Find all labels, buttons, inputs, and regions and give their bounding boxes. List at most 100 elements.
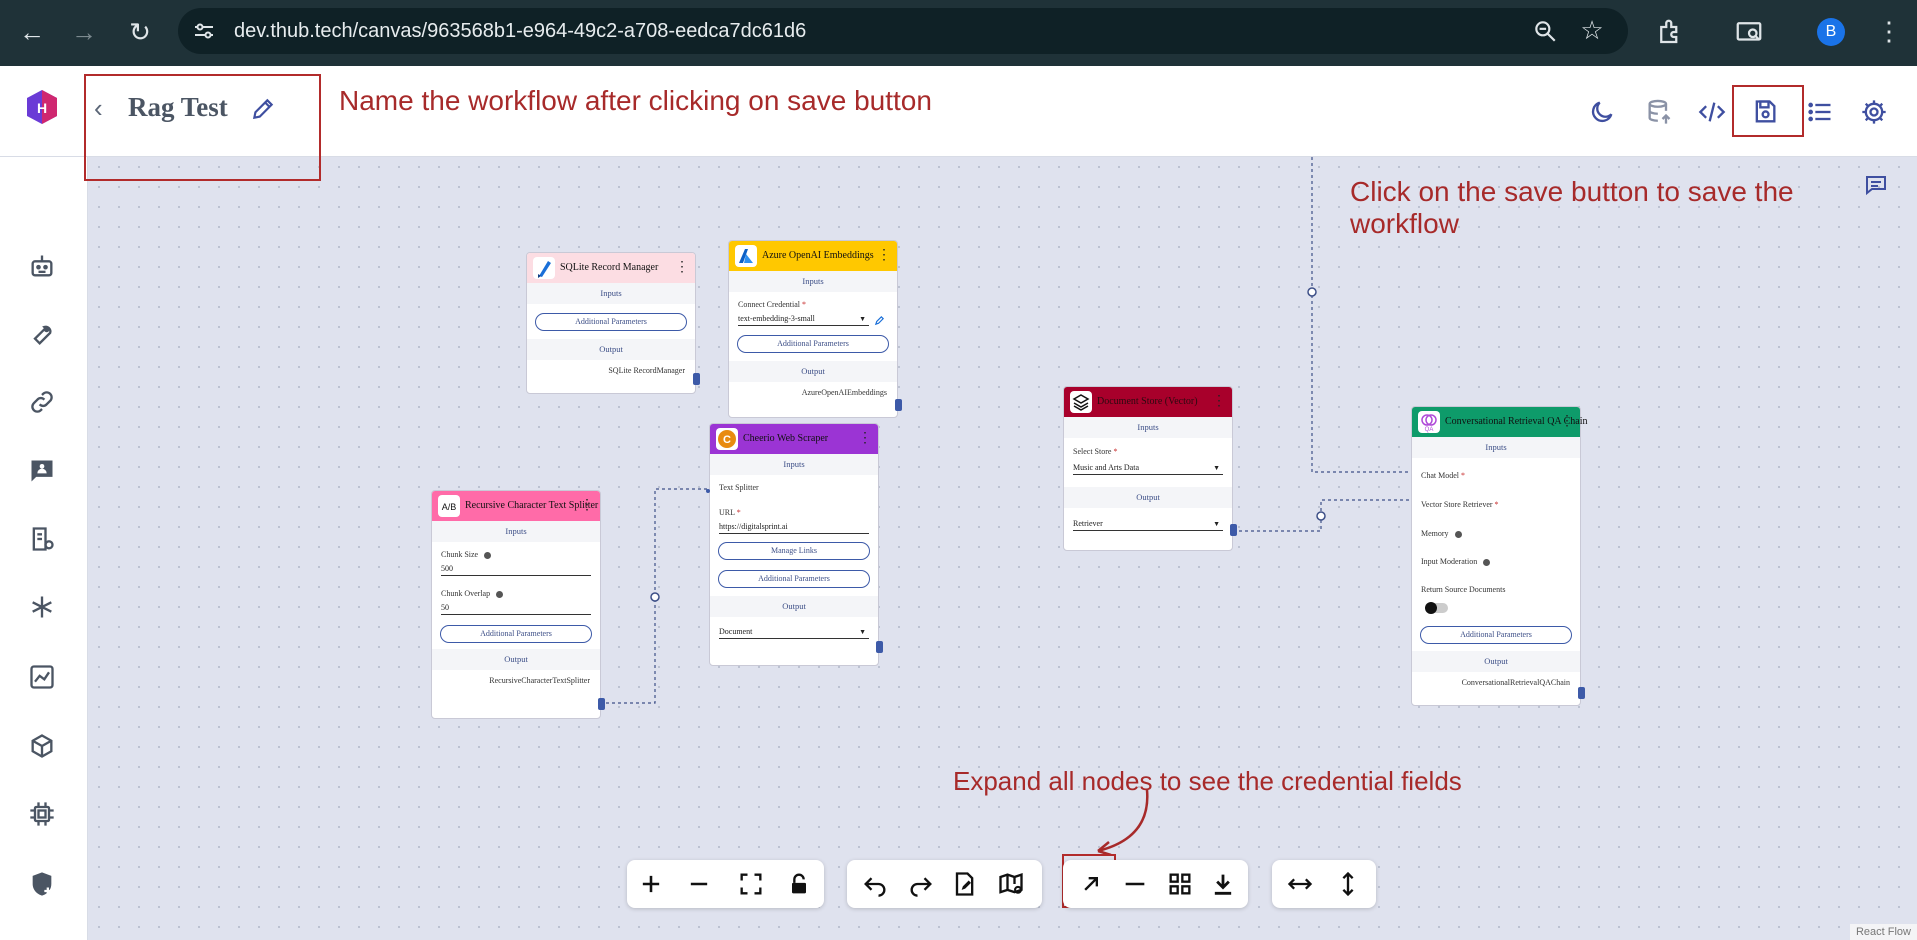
return-source-toggle[interactable] — [1425, 602, 1448, 614]
output-handle[interactable] — [1230, 524, 1237, 536]
collapse-nodes-icon[interactable] — [1121, 870, 1149, 898]
node-menu-icon[interactable]: ⋮ — [877, 241, 891, 271]
chunk-size-label: Chunk Size — [441, 550, 479, 559]
minimap-icon[interactable] — [997, 870, 1025, 898]
node-header[interactable]: C Cheerio Web Scraper ⋮ — [710, 424, 878, 454]
output-handle[interactable] — [895, 399, 902, 411]
chunk-size-input[interactable]: 500 — [441, 562, 591, 576]
param-label: Input Moderation — [1412, 557, 1580, 566]
edge-marker — [1307, 287, 1317, 297]
text-splitter-label: Text Splitter — [719, 483, 759, 492]
react-flow-attribution[interactable]: React Flow — [1849, 924, 1917, 940]
node-title: Azure OpenAI Embeddings — [762, 250, 874, 261]
output-section: Output — [527, 339, 695, 360]
redo-icon[interactable] — [907, 870, 935, 898]
node-header[interactable]: A/B Recursive Character Text Splitter ⋮ — [432, 491, 600, 521]
output-value: Document — [719, 627, 753, 636]
param-label: Select Store * — [1073, 447, 1118, 456]
node-header[interactable]: Document Store (Vector) ⋮ — [1064, 387, 1232, 417]
chunk-overlap-input[interactable]: 50 — [441, 601, 591, 615]
additional-parameters-button[interactable]: Additional Parameters — [440, 625, 592, 643]
node-document-store-vector[interactable]: Document Store (Vector) ⋮ Inputs Select … — [1063, 386, 1237, 551]
url-label: URL — [719, 508, 735, 517]
node-azure-openai-embeddings[interactable]: Azure OpenAI Embeddings ⋮ Inputs Connect… — [728, 240, 902, 418]
memory-label: Memory — [1421, 529, 1449, 538]
edit-note-icon[interactable] — [950, 870, 978, 898]
output-handle[interactable] — [876, 641, 883, 653]
output-label: SQLite RecordManager — [608, 366, 685, 375]
info-icon[interactable] — [496, 590, 504, 598]
node-menu-icon[interactable]: ⋮ — [1560, 407, 1574, 437]
inputs-section: Inputs — [527, 283, 695, 304]
vertical-layout-icon[interactable] — [1334, 870, 1362, 898]
manage-links-button[interactable]: Manage Links — [718, 542, 870, 560]
node-toolbar — [1063, 860, 1248, 908]
node-recursive-character-text-splitter[interactable]: A/B Recursive Character Text Splitter ⋮ … — [431, 490, 605, 719]
additional-parameters-button[interactable]: Additional Parameters — [1420, 626, 1572, 644]
info-icon[interactable] — [1454, 530, 1462, 538]
zoom-out-icon[interactable] — [685, 870, 713, 898]
node-header[interactable]: Azure OpenAI Embeddings ⋮ — [729, 241, 897, 271]
annotation-save-workflow: Click on the save button to save the wor… — [1350, 176, 1794, 239]
additional-parameters-button[interactable]: Additional Parameters — [535, 313, 687, 331]
output-select[interactable]: Document ▼ — [719, 625, 869, 639]
history-toolbar — [847, 860, 1042, 908]
cheerio-icon: C — [716, 428, 738, 450]
output-handle[interactable] — [1578, 687, 1585, 699]
credential-label: Connect Credential — [738, 300, 800, 309]
chat-model-label: Chat Model — [1421, 471, 1459, 480]
expand-nodes-icon[interactable] — [1077, 870, 1105, 898]
zoom-in-icon[interactable] — [637, 870, 665, 898]
node-title: Document Store (Vector) — [1097, 396, 1198, 407]
output-handle[interactable] — [693, 373, 700, 385]
credential-select[interactable]: text-embedding-3-small ▼ — [738, 312, 869, 326]
node-sqlite-record-manager[interactable]: SQLite Record Manager ⋮ Inputs Additiona… — [526, 252, 700, 394]
additional-parameters-button[interactable]: Additional Parameters — [737, 335, 889, 353]
output-label: RecursiveCharacterTextSplitter — [489, 676, 590, 685]
fit-view-icon[interactable] — [737, 870, 765, 898]
output-section: Output — [1064, 487, 1232, 508]
additional-parameters-button[interactable]: Additional Parameters — [718, 570, 870, 588]
output-label: AzureOpenAIEmbeddings — [801, 388, 887, 397]
undo-icon[interactable] — [861, 870, 889, 898]
sqlite-icon — [533, 257, 555, 279]
output-handle[interactable] — [598, 698, 605, 710]
svg-text:C: C — [723, 434, 731, 446]
lock-icon[interactable] — [785, 870, 813, 898]
info-icon[interactable] — [1483, 558, 1491, 566]
inputs-section: Inputs — [710, 454, 878, 475]
chunk-overlap-label: Chunk Overlap — [441, 589, 491, 598]
output-value: Retriever — [1073, 519, 1103, 528]
input-handle[interactable] — [706, 489, 710, 493]
edit-credential-icon[interactable] — [874, 315, 885, 326]
azure-icon — [735, 245, 757, 267]
download-icon[interactable] — [1209, 870, 1237, 898]
node-conversational-retrieval-qa-chain[interactable]: QA Conversational Retrieval QA Chain ⋮ I… — [1411, 406, 1587, 706]
title-highlight-box — [84, 74, 321, 181]
node-menu-icon[interactable]: ⋮ — [580, 491, 594, 521]
annotation-expand-nodes: Expand all nodes to see the credential f… — [953, 766, 1462, 796]
output-select[interactable]: Retriever ▼ — [1073, 517, 1223, 531]
svg-text:QA: QA — [1425, 427, 1434, 433]
annotation-name-workflow: Name the workflow after clicking on save… — [339, 85, 932, 116]
save-highlight-box — [1732, 85, 1804, 137]
node-menu-icon[interactable]: ⋮ — [675, 253, 689, 283]
grid-icon[interactable] — [1166, 870, 1194, 898]
horizontal-layout-icon[interactable] — [1286, 870, 1314, 898]
node-menu-icon[interactable]: ⋮ — [1212, 387, 1226, 417]
return-source-label: Return Source Documents — [1421, 585, 1506, 594]
credential-value: text-embedding-3-small — [738, 314, 815, 323]
node-header[interactable]: SQLite Record Manager ⋮ — [527, 253, 695, 283]
node-menu-icon[interactable]: ⋮ — [858, 424, 872, 454]
node-cheerio-web-scraper[interactable]: C Cheerio Web Scraper ⋮ Inputs Text Spli… — [706, 423, 883, 666]
output-section: Output — [432, 649, 600, 670]
url-input[interactable]: https://digitalsprint.ai — [719, 520, 869, 534]
param-label: Memory — [1412, 529, 1580, 538]
svg-text:A/B: A/B — [442, 502, 457, 512]
output-section: Output — [1412, 651, 1580, 672]
param-label: Chunk Size — [432, 550, 600, 559]
select-store-dropdown[interactable]: Music and Arts Data ▼ — [1073, 461, 1223, 475]
info-icon[interactable] — [484, 551, 492, 559]
node-header[interactable]: QA Conversational Retrieval QA Chain ⋮ — [1412, 407, 1587, 437]
param-label: Vector Store Retriever * — [1421, 500, 1499, 509]
